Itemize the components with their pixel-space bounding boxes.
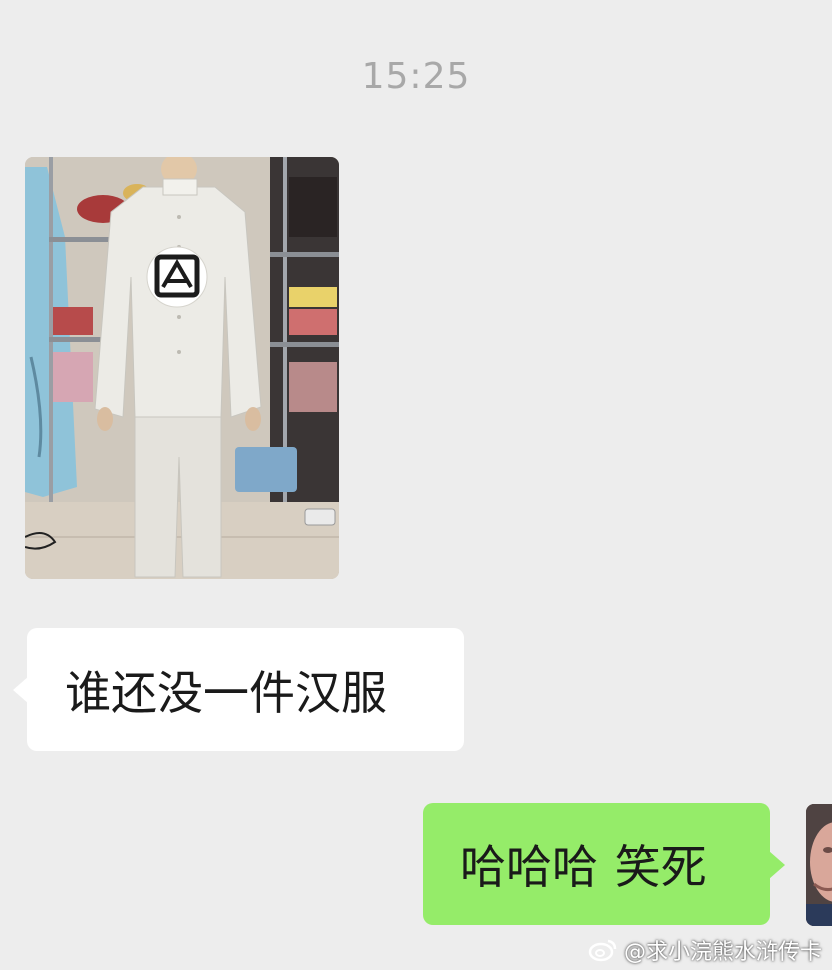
photo-message[interactable] [25,157,339,579]
watermark-text: @求小浣熊水浒传卡 [623,940,822,965]
outgoing-text-bubble[interactable]: 哈哈哈 笑死 [423,803,785,925]
watermark: @求小浣熊水浒传卡 [588,934,822,966]
outgoing-message-text: 哈哈哈 笑死 [460,840,707,894]
photo-icon [25,157,339,579]
incoming-message-text: 谁还没一件汉服 [65,665,387,720]
message-timestamp: 15:25 [361,56,471,97]
avatar-image [806,804,832,926]
weibo-icon [588,939,617,962]
chat-screen: 15:25 谁还没一件汉服 哈哈哈 笑死 @求小浣熊水浒传卡 [0,0,832,970]
incoming-text-bubble[interactable]: 谁还没一件汉服 [13,628,464,751]
bubble-tail [13,676,29,704]
avatar[interactable] [806,804,832,926]
bubble-tail [769,851,785,879]
